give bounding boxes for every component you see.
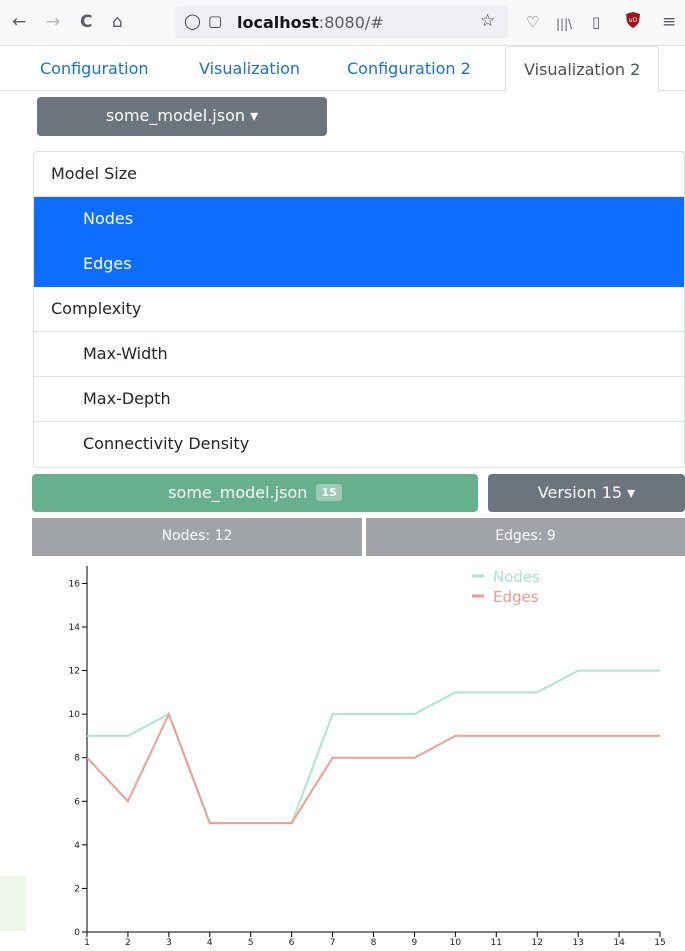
- x-tick-label: 12: [531, 938, 542, 948]
- nodes-stat: Nodes: 12: [32, 518, 362, 556]
- x-tick-label: 15: [654, 938, 665, 948]
- x-tick-label: 10: [450, 938, 462, 948]
- x-tick-label: 6: [289, 938, 295, 948]
- url-host: localhost: [237, 13, 319, 32]
- y-tick-label: 2: [74, 884, 80, 894]
- browser-toolbar: ← → C ⌂ ◯ ▢ localhost:8080/# ☆ ♡ |||\ ▯ …: [0, 0, 685, 46]
- x-tick-label: 3: [166, 938, 172, 948]
- x-tick-label: 13: [572, 938, 583, 948]
- x-tick-label: 7: [330, 938, 336, 948]
- url-path: :8080/#: [318, 13, 384, 32]
- tab-visualization[interactable]: Visualization: [199, 46, 300, 91]
- home-icon[interactable]: ⌂: [112, 12, 123, 32]
- legend-label-edges: Edges: [493, 588, 539, 606]
- y-tick-label: 12: [69, 667, 80, 677]
- y-tick-label: 6: [74, 797, 80, 807]
- series-line-edges: [86, 711, 660, 825]
- model-file-button[interactable]: some_model.json 15: [32, 474, 478, 512]
- x-tick-label: 5: [248, 938, 254, 948]
- bookmark-star-icon[interactable]: ☆: [480, 11, 495, 31]
- y-tick-label: 0: [74, 928, 80, 938]
- ublock-shield-icon[interactable]: uO: [626, 12, 640, 33]
- back-icon[interactable]: ←: [12, 12, 26, 32]
- metric-max-depth[interactable]: Max-Depth: [34, 377, 684, 422]
- pocket-icon[interactable]: ♡: [526, 12, 539, 32]
- tab-configuration[interactable]: Configuration: [40, 46, 149, 91]
- reload-icon[interactable]: C: [80, 12, 92, 32]
- library-icon[interactable]: |||\: [556, 14, 572, 34]
- x-tick-label: 11: [491, 938, 502, 948]
- url-text[interactable]: localhost:8080/#: [237, 13, 384, 32]
- model-select-dropdown[interactable]: some_model.json ▾: [37, 97, 327, 136]
- x-tick-label: 2: [125, 938, 131, 948]
- y-tick-label: 8: [74, 754, 80, 764]
- y-tick-label: 14: [69, 623, 81, 633]
- legend-label-nodes: Nodes: [493, 568, 540, 586]
- tab-configuration-2[interactable]: Configuration 2: [347, 46, 471, 91]
- tracking-shield-icon[interactable]: ◯: [184, 12, 201, 30]
- y-tick-label: 4: [74, 841, 80, 851]
- model-file-label: some_model.json: [168, 483, 308, 502]
- edges-stat: Edges: 9: [366, 518, 685, 556]
- version-select-dropdown[interactable]: Version 15 ▾: [488, 474, 685, 512]
- metric-nodes[interactable]: Nodes: [34, 197, 684, 242]
- metric-max-width[interactable]: Max-Width: [34, 332, 684, 377]
- y-tick-label: 16: [69, 579, 81, 589]
- version-count-badge: 15: [316, 484, 342, 501]
- x-tick-label: 8: [371, 938, 377, 948]
- page-info-icon[interactable]: ▢: [208, 12, 222, 30]
- x-tick-label: 4: [207, 938, 213, 948]
- url-bar[interactable]: ◯ ▢ localhost:8080/# ☆: [175, 6, 508, 39]
- menu-icon[interactable]: ≡: [662, 12, 676, 32]
- sidebar-icon[interactable]: ▯: [592, 12, 600, 32]
- group-model-size[interactable]: Model Size: [34, 152, 684, 197]
- line-chart: 02468101214161 2 3 4 5 6 7 8 9 10 11 12 13 14 15NodesE…: [69, 566, 666, 948]
- group-complexity[interactable]: Complexity: [34, 287, 684, 332]
- tab-visualization-2[interactable]: Visualization 2: [505, 46, 660, 92]
- nav-tabs: Configuration Visualization Configuratio…: [0, 46, 685, 92]
- svg-text:uO: uO: [629, 17, 638, 24]
- forward-icon[interactable]: →: [46, 12, 60, 32]
- series-line-nodes: [87, 669, 660, 825]
- x-tick-label: 9: [412, 938, 418, 948]
- x-tick-label: 14: [613, 938, 625, 948]
- metric-edges[interactable]: Edges: [34, 242, 684, 287]
- x-tick-label: 1: [84, 938, 90, 948]
- y-tick-label: 10: [69, 710, 81, 720]
- metric-connectivity-density[interactable]: Connectivity Density: [34, 422, 684, 467]
- metrics-list: Model Size Nodes Edges Complexity Max-Wi…: [33, 151, 685, 468]
- history-chart: 0 2 4 6 8 10 12 14 16 1 2 3 4 5 6 7 8 9 10 11 12 13 14 15 Nodes E…: [0, 556, 685, 951]
